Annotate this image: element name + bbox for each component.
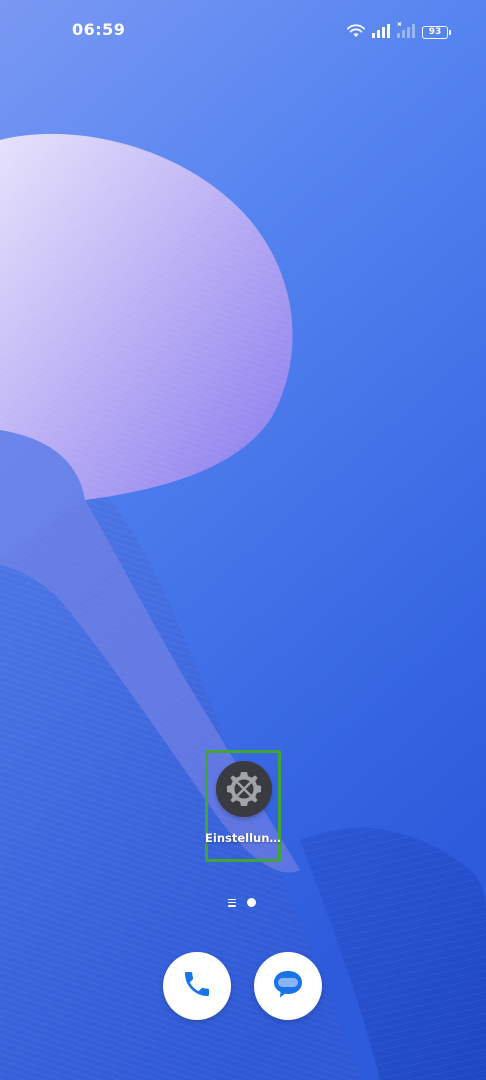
app-label: Einstellun… xyxy=(205,831,281,845)
battery-level: 93 xyxy=(428,26,442,37)
gear-icon[interactable] xyxy=(216,761,272,817)
chat-bubble-icon xyxy=(269,965,307,1007)
wallpaper xyxy=(0,0,486,1080)
home-screen: 06:59 93 Einstellun… xyxy=(0,0,486,1080)
signal-icon xyxy=(372,23,390,42)
dock-messages-app[interactable] xyxy=(254,952,322,1020)
dock-phone-app[interactable] xyxy=(163,952,231,1020)
status-icons: 93 xyxy=(347,22,451,42)
battery-icon: 93 xyxy=(422,25,451,39)
page-indicator xyxy=(228,898,256,907)
wifi-icon xyxy=(347,23,365,42)
signal-no-service-icon xyxy=(397,22,415,42)
page-dot-current xyxy=(247,898,256,907)
app-list-indicator-icon[interactable] xyxy=(228,898,236,907)
app-settings[interactable]: Einstellun… xyxy=(205,750,281,862)
status-bar: 06:59 93 xyxy=(0,0,486,62)
phone-icon xyxy=(181,968,213,1004)
status-time: 06:59 xyxy=(72,20,126,39)
